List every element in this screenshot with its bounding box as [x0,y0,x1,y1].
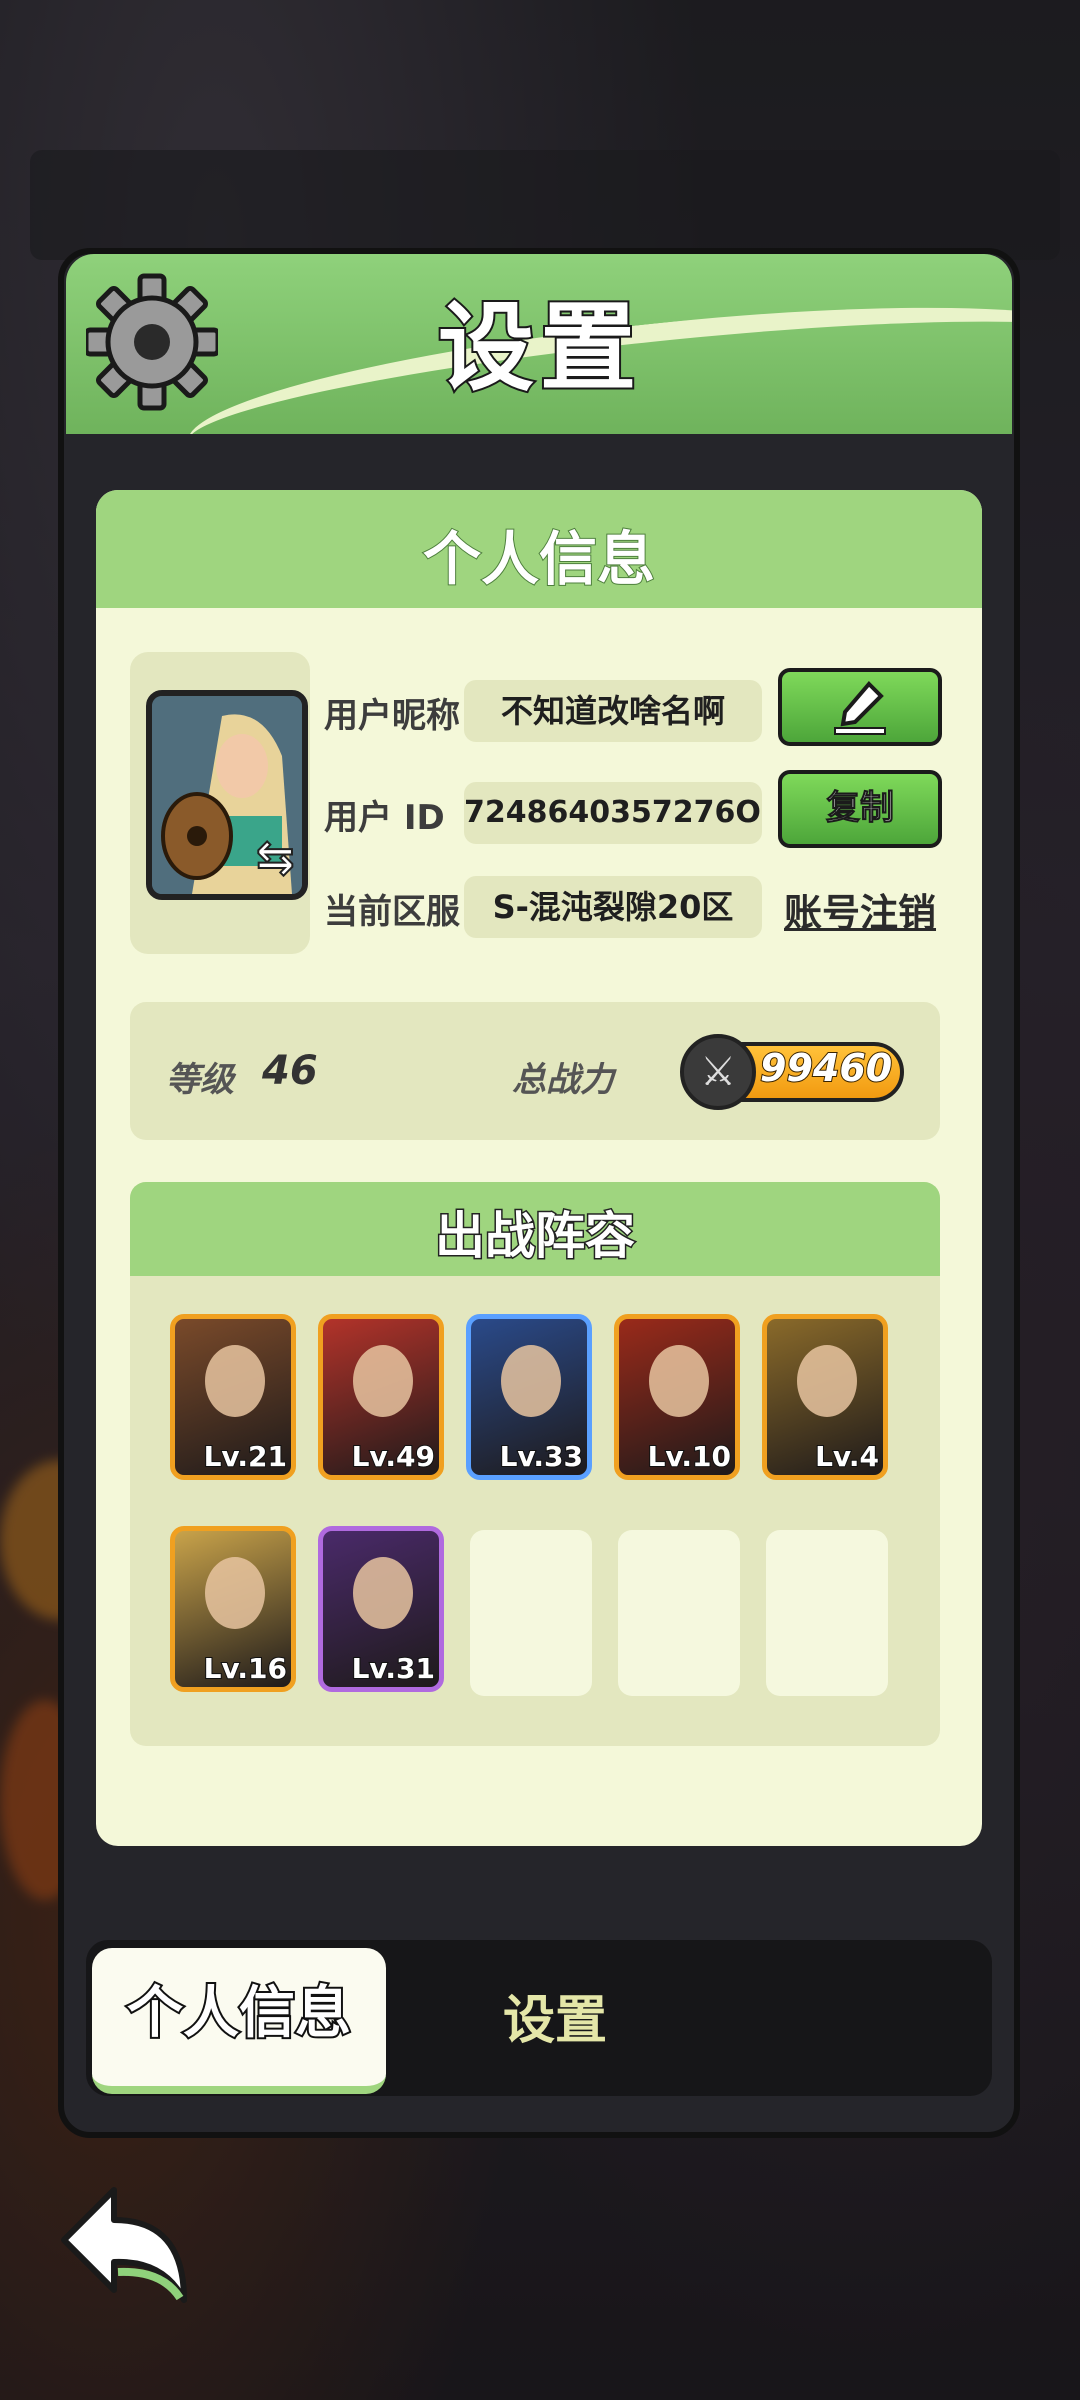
empty-hero-slot[interactable] [618,1530,740,1696]
level-label: 等级 [166,1060,234,1100]
team-title: 出战阵容 [434,1206,637,1267]
deregister-account-link[interactable]: 账号注销 [784,882,936,937]
pencil-icon [834,681,886,735]
hero-portrait [501,1345,561,1417]
hero-card[interactable]: Lv.31 [318,1526,444,1692]
profile-section-title: 个人信息 [422,524,656,594]
hero-level: Lv.10 [647,1439,732,1474]
copy-id-button[interactable]: 复制 [778,770,942,848]
hero-portrait [649,1345,709,1417]
page-title: 设置 [436,290,642,406]
hero-level: Lv.31 [351,1651,436,1686]
power-value: 99460 [759,1045,893,1091]
hero-level: Lv.49 [351,1439,436,1474]
server-label: 当前区服 [324,892,460,932]
hero-card[interactable]: Lv.33 [466,1314,592,1480]
crossed-swords-icon: ⚔ [680,1034,756,1110]
hero-level: Lv.21 [203,1439,288,1474]
hero-portrait [205,1345,265,1417]
tab-settings[interactable]: 设置 [420,1948,690,2094]
empty-hero-slot[interactable] [470,1530,592,1696]
hero-level: Lv.16 [203,1651,288,1686]
hero-card[interactable]: Lv.10 [614,1314,740,1480]
hero-card[interactable]: Lv.49 [318,1314,444,1480]
hero-portrait [353,1557,413,1629]
user-id-label: 用户 ID [324,798,445,838]
user-id-field: 7248640357276O825 [464,782,762,844]
nickname-field: 不知道改啥名啊 [464,680,762,742]
nickname-label: 用户昵称 [324,696,460,736]
back-arrow-icon[interactable] [54,2180,204,2310]
power-label: 总战力 [512,1060,614,1100]
hero-portrait [797,1345,857,1417]
edit-nickname-button[interactable] [778,668,942,746]
hero-card[interactable]: Lv.4 [762,1314,888,1480]
hero-card[interactable]: Lv.21 [170,1314,296,1480]
hero-portrait [205,1557,265,1629]
server-field: S-混沌裂隙20区 [464,876,762,938]
tab-profile[interactable]: 个人信息 [92,1948,386,2094]
hero-level: Lv.33 [499,1439,584,1474]
hero-level: Lv.4 [814,1439,880,1474]
hero-portrait [353,1345,413,1417]
level-value: 46 [262,1048,318,1094]
hero-card[interactable]: Lv.16 [170,1526,296,1692]
power-badge: ⚔ 99460 [680,1034,914,1110]
swap-avatar-icon[interactable]: ⇆ [255,829,296,885]
empty-hero-slot[interactable] [766,1530,888,1696]
